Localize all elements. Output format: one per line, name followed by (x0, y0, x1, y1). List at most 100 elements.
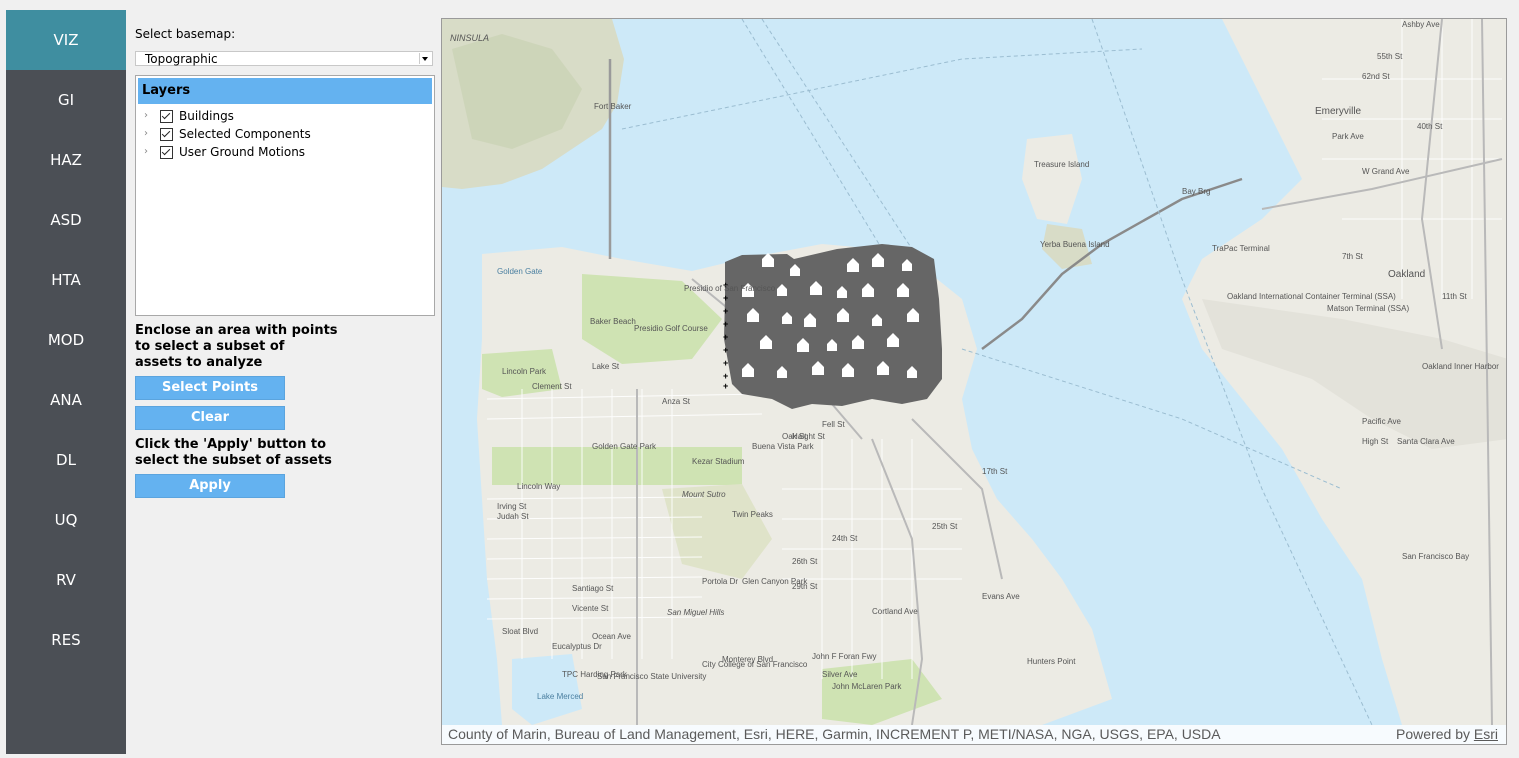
map-label: Ashby Ave (1402, 20, 1440, 29)
nav-tab-asd[interactable]: ASD (6, 190, 126, 250)
map-label: Lincoln Way (517, 482, 560, 491)
layer-row-user-ground-motions[interactable]: › User Ground Motions (136, 144, 432, 162)
map-label: Yerba Buena Island (1040, 240, 1110, 249)
map-label: Portola Dr (702, 577, 738, 586)
map-label: Irving St (497, 502, 527, 511)
map-label: Lake St (592, 362, 620, 371)
layer-label: Selected Components (179, 127, 311, 141)
layer-checkbox[interactable] (160, 128, 173, 141)
apply-button[interactable]: Apply (135, 474, 285, 498)
map-label: Presidio of San Francisco (684, 284, 776, 293)
nav-tab-gi[interactable]: GI (6, 70, 126, 130)
expand-arrow-icon[interactable]: › (144, 110, 148, 121)
svg-text:+: + (723, 306, 728, 316)
map-label: Bay Brg (1182, 187, 1210, 196)
attribution-text: County of Marin, Bureau of Land Manageme… (448, 726, 1221, 742)
map-label: Evans Ave (982, 592, 1020, 601)
layers-header: Layers (138, 78, 432, 104)
map-label: Pacific Ave (1362, 417, 1402, 426)
basemap-image[interactable]: +++ +++ +++ NINSULA Golden Gate Fort Bak… (442, 19, 1507, 725)
map-label: John F Foran Fwy (812, 652, 876, 661)
map-label: 40th St (1417, 122, 1443, 131)
map-label: Lincoln Park (502, 367, 547, 376)
map-label: Oakland International Container Terminal… (1227, 292, 1396, 301)
map-label: Treasure Island (1034, 160, 1089, 169)
map-label: Eucalyptus Dr (552, 642, 602, 651)
layer-row-buildings[interactable]: › Buildings (136, 108, 432, 126)
map-label: Oakland Inner Harbor (1422, 362, 1499, 371)
map-label: 7th St (1342, 252, 1364, 261)
module-sidebar: VIZ GI HAZ ASD HTA MOD ANA DL UQ RV RES (6, 10, 126, 754)
svg-text:+: + (723, 371, 728, 381)
expand-arrow-icon[interactable]: › (144, 128, 148, 139)
nav-tab-haz[interactable]: HAZ (6, 130, 126, 190)
esri-link[interactable]: Esri (1474, 726, 1498, 742)
map-label: Fell St (822, 420, 845, 429)
nav-tab-dl[interactable]: DL (6, 430, 126, 490)
map-label: Santiago St (572, 584, 614, 593)
apply-instructions: Click the 'Apply' button to select the s… (135, 437, 332, 469)
map-attribution: County of Marin, Bureau of Land Manageme… (442, 725, 1506, 744)
map-label: Park Ave (1332, 132, 1364, 141)
map-label: 26th St (792, 557, 818, 566)
layer-checkbox[interactable] (160, 146, 173, 159)
svg-text:+: + (723, 293, 728, 303)
nav-tab-mod[interactable]: MOD (6, 310, 126, 370)
map-label: Buena Vista Park (752, 442, 815, 451)
svg-text:+: + (723, 358, 728, 368)
map-label: Anza St (662, 397, 691, 406)
instruction-line: to select a subset of (135, 339, 285, 354)
map-label: 25th St (932, 522, 958, 531)
layer-checkbox[interactable] (160, 110, 173, 123)
basemap-value: Topographic (145, 52, 218, 66)
powered-by: Powered by Esri (1396, 725, 1498, 744)
enclose-instructions: Enclose an area with points to select a … (135, 323, 338, 371)
svg-text:+: + (723, 381, 728, 391)
nav-tab-hta[interactable]: HTA (6, 250, 126, 310)
map-label: Mount Sutro (682, 490, 726, 499)
map-label: Golden Gate (497, 267, 543, 276)
basemap-label: Select basemap: (135, 27, 236, 41)
expand-arrow-icon[interactable]: › (144, 146, 148, 157)
map-label: Ocean Ave (592, 632, 632, 641)
basemap-select[interactable]: Topographic (135, 51, 433, 66)
instruction-line: Click the 'Apply' button to (135, 437, 327, 452)
map-label: Silver Ave (822, 670, 858, 679)
map-label: John McLaren Park (832, 682, 902, 691)
svg-text:+: + (723, 332, 728, 342)
map-label: Haight St (792, 432, 826, 441)
map-label: Matson Terminal (SSA) (1327, 304, 1409, 313)
map-label: Monterey Blvd (722, 655, 773, 664)
map-label: TraPac Terminal (1212, 244, 1270, 253)
nav-tab-rv[interactable]: RV (6, 550, 126, 610)
map-label: Hunters Point (1027, 657, 1076, 666)
svg-text:+: + (723, 319, 728, 329)
select-points-button[interactable]: Select Points (135, 376, 285, 400)
clear-button[interactable]: Clear (135, 406, 285, 430)
chevron-down-icon[interactable] (419, 53, 429, 64)
map-label: Baker Beach (590, 317, 636, 326)
instruction-line: Enclose an area with points (135, 323, 338, 338)
map-label: San Francisco Bay (1402, 552, 1469, 561)
nav-tab-viz[interactable]: VIZ (6, 10, 126, 70)
map-label: Cortland Ave (872, 607, 918, 616)
map-label: Presidio Golf Course (634, 324, 708, 333)
map-label: Fort Baker (594, 102, 632, 111)
map-label: 62nd St (1362, 72, 1390, 81)
map-label: Clement St (532, 382, 572, 391)
map-view[interactable]: + + + + + + + + + NINSULA Golden Gate Fort Bak… (441, 18, 1507, 745)
map-label: 55th St (1377, 52, 1403, 61)
map-label: Lake Merced (537, 692, 583, 701)
map-label: San Miguel Hills (667, 608, 724, 617)
nav-tab-ana[interactable]: ANA (6, 370, 126, 430)
nav-tab-uq[interactable]: UQ (6, 490, 126, 550)
map-label: 11th St (1442, 292, 1468, 301)
powered-by-label: Powered by (1396, 726, 1470, 742)
map-label: Twin Peaks (732, 510, 773, 519)
map-label: Santa Clara Ave (1397, 437, 1455, 446)
map-label: Sloat Blvd (502, 627, 538, 636)
nav-tab-res[interactable]: RES (6, 610, 126, 670)
layer-row-selected-components[interactable]: › Selected Components (136, 126, 432, 144)
map-label: Emeryville (1315, 106, 1362, 117)
map-label: Oakland (1388, 269, 1425, 280)
